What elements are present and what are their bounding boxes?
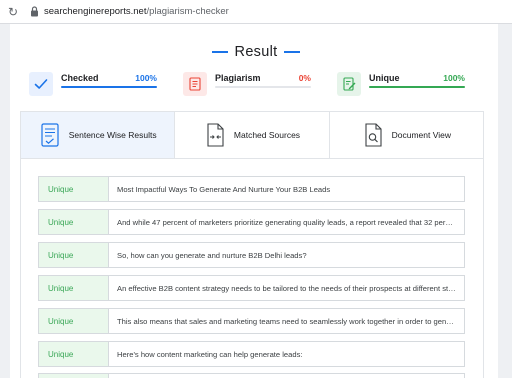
reload-icon[interactable]: ↻ (6, 5, 20, 19)
url-field[interactable]: searchenginereports.net/plagiarism-check… (44, 6, 229, 17)
stat-value: 0% (298, 73, 311, 83)
list-item[interactable]: Unique Most Impactful Ways To Generate A… (38, 176, 465, 202)
tab-sentence-wise-results[interactable]: Sentence Wise Results (21, 112, 176, 158)
tab-label: Document View (391, 130, 451, 140)
results-tabs: Sentence Wise Results Matched Sources Do… (20, 111, 484, 159)
status-badge: Unique (39, 210, 109, 234)
tab-label: Sentence Wise Results (68, 130, 157, 140)
matched-sources-icon (204, 122, 226, 148)
sentence-text-value: Here's how content marketing can help ge… (117, 349, 303, 359)
list-item-partial[interactable] (38, 373, 465, 378)
tab-document-view[interactable]: Document View (330, 112, 483, 158)
list-item[interactable]: Unique Here's how content marketing can … (38, 341, 465, 367)
sentence-text-value: This also means that sales and marketing… (117, 316, 456, 326)
sentence-text: An effective B2B content strategy needs … (109, 276, 464, 300)
stat-value: 100% (135, 73, 157, 83)
stat-label: Checked (61, 73, 99, 83)
status-badge: Unique (39, 309, 109, 333)
list-item[interactable]: Unique So, how can you generate and nurt… (38, 242, 465, 268)
status-badge: Unique (39, 342, 109, 366)
stat-unique: Unique 100% (337, 72, 465, 98)
progress-track (215, 86, 311, 88)
sentence-text-value: An effective B2B content strategy needs … (117, 283, 456, 293)
stat-value: 100% (443, 73, 465, 83)
progress-track (369, 86, 465, 88)
sentence-text: So, how can you generate and nurture B2B… (109, 243, 464, 267)
edit-document-icon (337, 72, 361, 96)
tab-matched-sources[interactable]: Matched Sources (175, 112, 330, 158)
heading-dash-left (211, 51, 228, 53)
status-badge: Unique (39, 276, 109, 300)
sentence-text: This also means that sales and marketing… (109, 309, 464, 333)
stat-checked: Checked 100% (29, 72, 157, 98)
document-icon (183, 72, 207, 96)
check-icon (29, 72, 53, 96)
sentence-text-value: And while 47 percent of marketers priori… (117, 217, 456, 227)
progress-fill (369, 86, 465, 88)
result-title: Result (234, 44, 278, 60)
sentence-text: Most Impactful Ways To Generate And Nurt… (109, 177, 464, 201)
address-bar: ↻ searchenginereports.net/plagiarism-che… (0, 0, 512, 24)
sentence-text: And while 47 percent of marketers priori… (109, 210, 464, 234)
stat-label: Unique (369, 73, 400, 83)
url-host: searchenginereports.net (44, 6, 147, 17)
sentence-text-partial (109, 374, 464, 378)
stat-label: Plagiarism (215, 73, 261, 83)
sentence-text: Here's how content marketing can help ge… (109, 342, 464, 366)
status-badge-partial (39, 374, 109, 378)
list-item[interactable]: Unique This also means that sales and ma… (38, 308, 465, 334)
stat-plagiarism: Plagiarism 0% (183, 72, 311, 98)
sentence-text-value: Most Impactful Ways To Generate And Nurt… (117, 184, 331, 194)
sentence-text-value: So, how can you generate and nurture B2B… (117, 250, 307, 260)
sentence-list-icon (39, 122, 61, 148)
url-path: /plagiarism-checker (146, 6, 229, 17)
lock-icon[interactable] (30, 6, 40, 18)
document-search-icon (362, 122, 384, 148)
progress-track (61, 86, 157, 88)
list-item[interactable]: Unique An effective B2B content strategy… (38, 275, 465, 301)
heading-dash-right (284, 51, 301, 53)
tab-label: Matched Sources (233, 130, 301, 140)
result-heading: Result (0, 44, 512, 60)
status-badge: Unique (39, 243, 109, 267)
status-badge: Unique (39, 177, 109, 201)
progress-fill (61, 86, 157, 88)
list-item[interactable]: Unique And while 47 percent of marketers… (38, 209, 465, 235)
